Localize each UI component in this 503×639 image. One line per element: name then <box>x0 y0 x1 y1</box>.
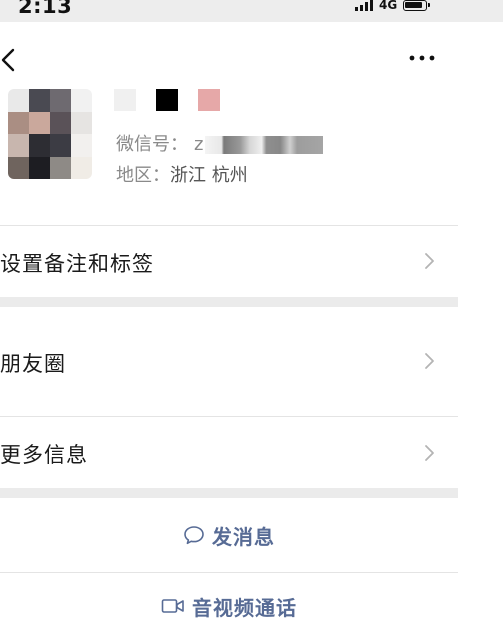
status-time: 2:13 <box>18 0 73 18</box>
ellipsis-icon[interactable] <box>407 50 437 66</box>
av-call-button[interactable]: 音视频通话 <box>0 573 458 639</box>
nickname-redacted <box>114 89 220 111</box>
av-call-label: 音视频通话 <box>192 595 297 620</box>
wechat-id-value: z <box>194 134 204 155</box>
wechat-id-line: 微信号： z <box>116 130 324 156</box>
profile-header: 微信号： z 地区：浙江 杭州 <box>0 22 503 220</box>
chat-bubble-icon <box>184 526 204 545</box>
video-camera-icon <box>161 599 184 613</box>
status-bar: 2:13 4G <box>0 0 503 22</box>
remark-tags-row[interactable]: 设置备注和标签 <box>0 226 458 296</box>
send-message-button[interactable]: 发消息 <box>0 498 458 572</box>
avatar[interactable] <box>8 89 92 179</box>
region-line: 地区：浙江 杭州 <box>116 161 248 187</box>
more-info-label: 更多信息 <box>0 443 88 467</box>
section-gap <box>0 297 458 307</box>
chevron-right-icon <box>425 353 434 369</box>
wechat-id-label: 微信号： <box>116 134 188 155</box>
moments-row[interactable]: 朋友圈 <box>0 307 458 416</box>
region-label: 地区： <box>116 165 170 186</box>
more-info-row[interactable]: 更多信息 <box>0 417 458 488</box>
network-type: 4G <box>379 0 398 12</box>
status-icons: 4G <box>355 0 431 12</box>
chevron-right-icon <box>425 253 434 269</box>
battery-icon <box>403 0 431 11</box>
send-message-label: 发消息 <box>212 524 275 549</box>
chevron-right-icon <box>425 445 434 461</box>
moments-label: 朋友圈 <box>0 352 66 376</box>
signal-icon <box>355 0 373 11</box>
wechat-id-redacted <box>205 136 324 154</box>
section-gap <box>0 488 458 498</box>
remark-tags-label: 设置备注和标签 <box>0 252 154 276</box>
chevron-left-icon[interactable] <box>0 47 22 73</box>
region-value: 浙江 杭州 <box>170 165 248 186</box>
